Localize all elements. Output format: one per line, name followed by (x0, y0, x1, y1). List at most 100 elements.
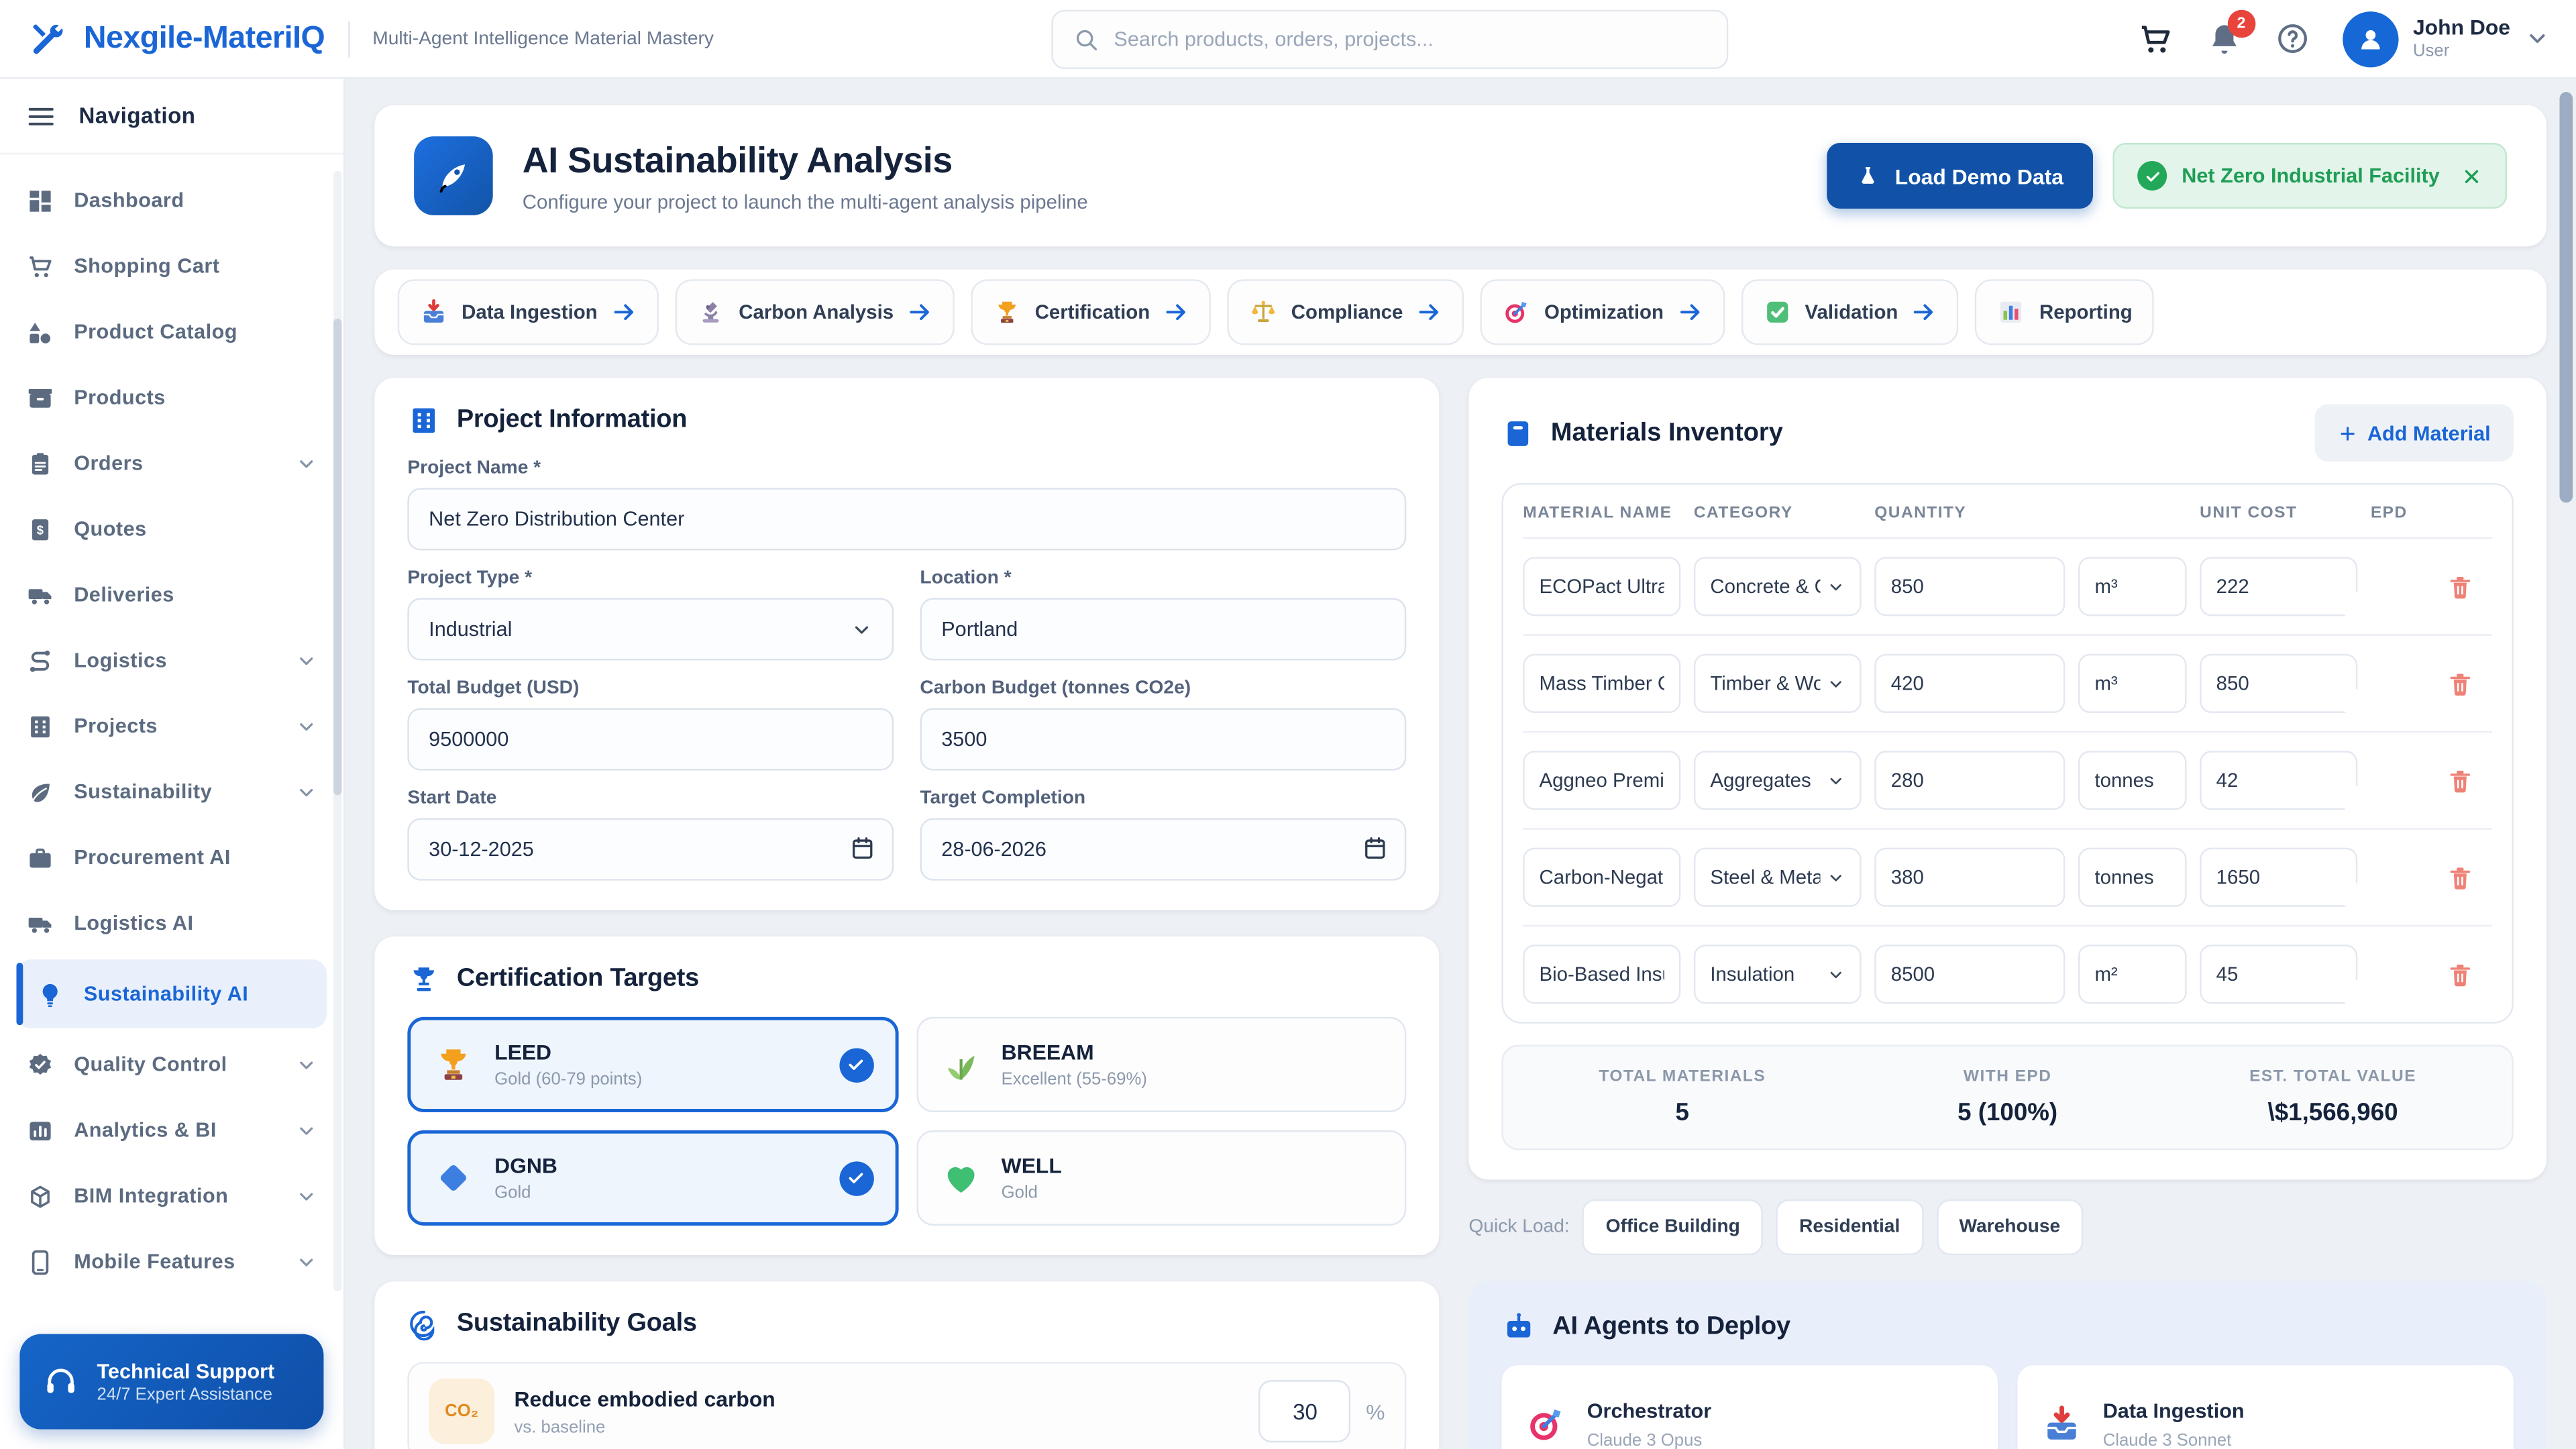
material-name-input[interactable] (1523, 654, 1680, 713)
goal-value-input[interactable] (1259, 1380, 1351, 1442)
sidebar-item-orders[interactable]: Orders (0, 431, 343, 496)
badge-check-icon (26, 1051, 54, 1079)
target-completion-input[interactable] (920, 818, 1406, 881)
unit-cost-input[interactable] (2200, 751, 2357, 810)
category-select[interactable]: Steel & Metals (1694, 848, 1862, 907)
unit-cost-input[interactable] (2200, 557, 2357, 616)
calendar-icon[interactable] (849, 835, 875, 861)
project-name-input[interactable] (407, 488, 1406, 550)
robot-icon (1501, 1309, 1536, 1344)
sidebar-item-label: Quotes (74, 517, 146, 540)
sidebar-item-bim-integration[interactable]: BIM Integration (0, 1163, 343, 1229)
sidebar-item-deliveries[interactable]: Deliveries (0, 562, 343, 628)
add-material-button[interactable]: Add Material (2315, 404, 2514, 462)
sidebar-item-quality-control[interactable]: Quality Control (0, 1032, 343, 1097)
app-title: Nexgile-MateriIQ (84, 21, 325, 57)
sidebar-item-analytics-bi[interactable]: Analytics & BI (0, 1097, 343, 1163)
carbon-budget-input[interactable] (920, 708, 1406, 771)
category-select[interactable]: Timber & Woo (1694, 654, 1862, 713)
project-type-select[interactable]: Industrial (407, 598, 894, 660)
sidebar-item-products[interactable]: Products (0, 365, 343, 431)
sidebar-item-logistics-ai[interactable]: Logistics AI (0, 890, 343, 956)
chevron-down-icon (296, 1185, 317, 1207)
close-icon[interactable] (2461, 165, 2483, 186)
sidebar-item-sustainability-ai[interactable]: Sustainability AI (16, 959, 327, 1028)
unit-cost-input[interactable] (2200, 654, 2357, 713)
unit-cost-input[interactable] (2200, 848, 2357, 907)
category-select[interactable]: Aggregates (1694, 751, 1862, 810)
chevron-down-icon (1827, 578, 1845, 596)
building-icon (26, 712, 54, 741)
sidebar-item-procurement-ai[interactable]: Procurement AI (0, 824, 343, 890)
sidebar-item-dashboard[interactable]: Dashboard (0, 168, 343, 233)
material-name-input[interactable] (1523, 751, 1680, 810)
trash-icon[interactable] (2447, 960, 2475, 988)
sidebar-item-quotes[interactable]: Quotes (0, 496, 343, 562)
certification-option-leed[interactable]: LEED Gold (60-79 points) (407, 1017, 898, 1112)
sidebar-item-sustainability[interactable]: Sustainability (0, 759, 343, 824)
global-search[interactable] (1051, 9, 1728, 68)
material-name-input[interactable] (1523, 945, 1680, 1004)
trash-icon[interactable] (2447, 863, 2475, 892)
technical-support-button[interactable]: Technical Support 24/7 Expert Assistance (19, 1334, 323, 1430)
unit-input[interactable] (2078, 945, 2187, 1004)
location-input[interactable] (920, 598, 1406, 660)
certification-option-well[interactable]: WELL Gold (916, 1130, 1406, 1226)
total-label: Est. Total Value (2170, 1068, 2496, 1086)
category-select[interactable]: Insulation (1694, 945, 1862, 1004)
microscope-icon (696, 297, 726, 327)
sidebar-item-mobile-features[interactable]: Mobile Features (0, 1229, 343, 1295)
page-scrollbar-thumb[interactable] (2560, 92, 2573, 502)
material-name-input[interactable] (1523, 557, 1680, 616)
total-budget-input[interactable] (407, 708, 894, 771)
unit-input[interactable] (2078, 654, 2187, 713)
sidebar-scrollbar[interactable] (333, 171, 341, 1291)
trash-icon[interactable] (2447, 669, 2475, 698)
quick-load-office-building[interactable]: Office Building (1582, 1199, 1763, 1255)
trophy-icon (407, 963, 440, 996)
notifications-button[interactable]: 2 (2206, 21, 2242, 57)
trophy-icon (992, 297, 1022, 327)
unit-input[interactable] (2078, 557, 2187, 616)
arrow-right-icon (610, 299, 637, 325)
field-label: Total Budget (USD) (407, 678, 894, 698)
hamburger-menu-icon[interactable] (26, 101, 56, 131)
brand[interactable]: Nexgile-MateriIQ Multi-Agent Intelligenc… (26, 18, 714, 59)
material-row: Timber & Woo (1523, 634, 2492, 731)
card-box-icon (1501, 417, 1534, 449)
start-date-input[interactable] (407, 818, 894, 881)
sidebar-item-shopping-cart[interactable]: Shopping Cart (0, 233, 343, 299)
total-materials-value: 5 (1519, 1099, 1845, 1127)
quantity-input[interactable] (1874, 945, 2065, 1004)
sidebar-scrollbar-thumb[interactable] (333, 319, 341, 795)
unit-input[interactable] (2078, 751, 2187, 810)
agent-data-ingestion: Data Ingestion Claude 3 Sonnet (2017, 1365, 2514, 1449)
quick-load-residential[interactable]: Residential (1776, 1199, 1923, 1255)
sidebar-item-product-catalog[interactable]: Product Catalog (0, 299, 343, 365)
cart-button[interactable] (2137, 21, 2174, 57)
user-menu[interactable]: John Doe User (2343, 11, 2550, 66)
certification-option-dgnb[interactable]: DGNB Gold (407, 1130, 898, 1226)
load-demo-data-button[interactable]: Load Demo Data (1827, 143, 2093, 209)
top-header: Nexgile-MateriIQ Multi-Agent Intelligenc… (0, 0, 2576, 79)
trash-icon[interactable] (2447, 766, 2475, 794)
certification-option-breeam[interactable]: BREEAM Excellent (55-69%) (916, 1017, 1406, 1112)
unit-cost-input[interactable] (2200, 945, 2357, 1004)
sidebar-item-projects[interactable]: Projects (0, 693, 343, 759)
quantity-input[interactable] (1874, 654, 2065, 713)
step-label: Optimization (1544, 301, 1664, 323)
sidebar-item-logistics[interactable]: Logistics (0, 628, 343, 694)
category-select[interactable]: Concrete & Ce (1694, 557, 1862, 616)
calendar-icon[interactable] (1362, 835, 1388, 861)
trash-icon[interactable] (2447, 572, 2475, 600)
material-name-input[interactable] (1523, 848, 1680, 907)
help-button[interactable] (2275, 21, 2309, 56)
quantity-input[interactable] (1874, 848, 2065, 907)
search-input[interactable] (1114, 27, 1707, 50)
quantity-input[interactable] (1874, 751, 2065, 810)
quantity-input[interactable] (1874, 557, 2065, 616)
sidebar-item-label: Mobile Features (74, 1250, 235, 1273)
unit-input[interactable] (2078, 848, 2187, 907)
quick-load-warehouse[interactable]: Warehouse (1936, 1199, 2083, 1255)
chevron-down-icon (296, 453, 317, 474)
